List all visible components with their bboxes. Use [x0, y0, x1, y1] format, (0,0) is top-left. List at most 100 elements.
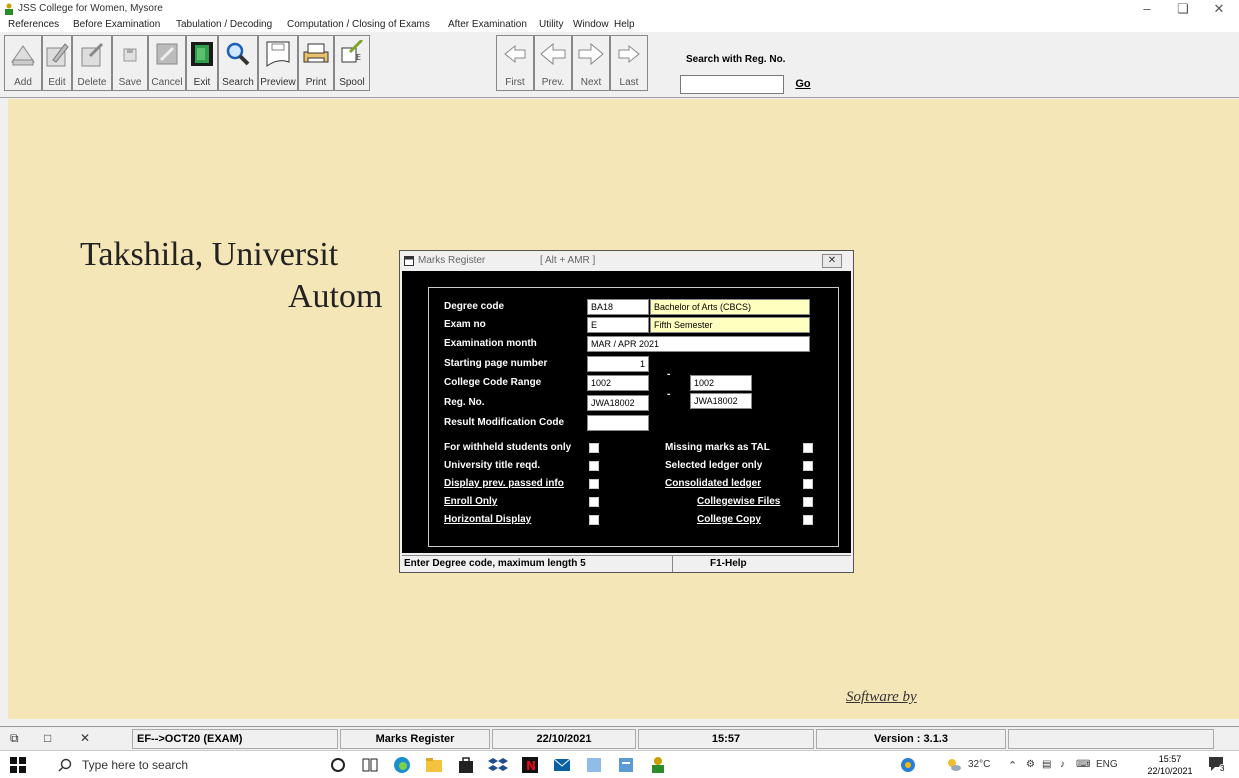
- collegewise-files-checkbox[interactable]: [803, 497, 813, 507]
- language-indicator[interactable]: ENG: [1096, 759, 1118, 770]
- notification-center[interactable]: 3: [1208, 756, 1228, 774]
- edge-browser-icon[interactable]: [392, 755, 412, 775]
- prev-arrow-icon: [540, 42, 566, 66]
- svg-text:N: N: [526, 759, 536, 773]
- weather-temp[interactable]: 32°C: [968, 759, 990, 770]
- status-bar: ⧉ □ ✕ EF-->OCT20 (EXAM) Marks Register 2…: [0, 726, 1239, 750]
- status-date: 22/10/2021: [492, 729, 636, 749]
- add-button[interactable]: Add: [4, 35, 42, 91]
- enroll-only-checkbox[interactable]: [589, 497, 599, 507]
- save-button[interactable]: Save: [112, 35, 148, 91]
- preview-button[interactable]: Preview: [258, 35, 298, 91]
- cancel-button[interactable]: Cancel: [148, 35, 186, 91]
- withheld-only-label: For withheld students only: [444, 442, 572, 453]
- spool-button[interactable]: E Spool: [334, 35, 370, 91]
- consolidated-ledger-checkbox[interactable]: [803, 479, 813, 489]
- reg-no-from-input[interactable]: JWA18002: [587, 395, 649, 411]
- mail-icon[interactable]: [552, 755, 572, 775]
- tray-app-icon[interactable]: [900, 757, 916, 773]
- next-arrow-icon: [578, 42, 604, 66]
- search-button[interactable]: Search: [218, 35, 258, 91]
- close-button[interactable]: ✕: [1202, 0, 1236, 18]
- withheld-only-checkbox[interactable]: [589, 443, 599, 453]
- next-button[interactable]: Next: [572, 35, 610, 91]
- toolbar: Add Edit Delete Save Cancel Exit Search …: [0, 32, 1239, 98]
- result-mod-input[interactable]: [587, 415, 649, 431]
- start-page-input[interactable]: 1: [587, 356, 649, 372]
- dialog-status-bar: Enter Degree code, maximum length 5 F1-H…: [402, 555, 851, 572]
- exam-month-input[interactable]: MAR / APR 2021: [587, 336, 810, 352]
- dialog-shortcut: [ Alt + AMR ]: [540, 255, 596, 266]
- degree-name-field: Bachelor of Arts (CBCS): [650, 299, 810, 315]
- netflix-icon[interactable]: N: [520, 755, 540, 775]
- tray-network-icon[interactable]: ⚙: [1026, 759, 1035, 770]
- notes-app-icon[interactable]: [616, 755, 636, 775]
- cortana-icon[interactable]: [328, 755, 348, 775]
- university-title-checkbox[interactable]: [589, 461, 599, 471]
- menu-references[interactable]: References: [8, 19, 59, 30]
- missing-marks-tal-checkbox[interactable]: [803, 443, 813, 453]
- print-button[interactable]: Print: [298, 35, 334, 91]
- store-icon[interactable]: [456, 755, 476, 775]
- reg-no-dash: -: [667, 389, 671, 400]
- prev-button[interactable]: Prev.: [534, 35, 572, 91]
- maximize-child-icon[interactable]: □: [44, 731, 51, 745]
- delete-button[interactable]: Delete: [72, 35, 112, 91]
- exit-button[interactable]: Exit: [186, 35, 218, 91]
- display-prev-passed-checkbox[interactable]: [589, 479, 599, 489]
- tray-display-icon[interactable]: ▤: [1042, 759, 1051, 770]
- last-label: Last: [619, 77, 639, 88]
- menu-computation[interactable]: Computation / Closing of Exams: [287, 19, 430, 30]
- dialog-close-button[interactable]: ✕: [822, 254, 842, 268]
- search-label: Search: [222, 77, 254, 88]
- calculator-app-icon[interactable]: [584, 755, 604, 775]
- dialog-window-icon: [404, 256, 414, 266]
- dialog-help-hint: F1-Help: [710, 558, 747, 569]
- dropbox-icon[interactable]: [488, 755, 508, 775]
- app-person-icon: [5, 3, 13, 15]
- edit-button[interactable]: Edit: [42, 35, 72, 91]
- missing-marks-tal-label: Missing marks as TAL: [665, 442, 770, 453]
- minimize-button[interactable]: –: [1130, 0, 1164, 18]
- delete-icon: [81, 42, 104, 67]
- selected-ledger-checkbox[interactable]: [803, 461, 813, 471]
- search-reg-input[interactable]: [680, 75, 784, 94]
- go-button[interactable]: Go: [789, 76, 817, 93]
- taskbar-search-box[interactable]: Type here to search: [28, 751, 278, 778]
- college-range-from-input[interactable]: 1002: [587, 375, 649, 391]
- menu-utility[interactable]: Utility: [539, 19, 563, 30]
- exam-no-input[interactable]: E: [587, 317, 649, 333]
- college-range-to-input[interactable]: 1002: [690, 375, 752, 391]
- exam-app-taskbar-icon[interactable]: [648, 755, 668, 775]
- reg-no-to-input[interactable]: JWA18002: [690, 393, 752, 409]
- first-label: First: [505, 77, 525, 88]
- menu-tabulation[interactable]: Tabulation / Decoding: [176, 19, 272, 30]
- windows-start-icon[interactable]: [10, 757, 26, 773]
- tray-keyboard-icon[interactable]: ⌨: [1076, 759, 1090, 770]
- reg-no-label: Reg. No.: [444, 397, 485, 408]
- save-icon: [123, 48, 137, 62]
- cascade-windows-icon[interactable]: ⧉: [10, 731, 19, 746]
- menu-after-examination[interactable]: After Examination: [448, 19, 527, 30]
- close-child-icon[interactable]: ✕: [80, 731, 90, 745]
- horizontal-display-checkbox[interactable]: [589, 515, 599, 525]
- restore-button[interactable]: ❏: [1166, 0, 1200, 18]
- last-button[interactable]: Last: [610, 35, 648, 91]
- degree-code-input[interactable]: BA18: [587, 299, 649, 315]
- college-copy-checkbox[interactable]: [803, 515, 813, 525]
- menu-help[interactable]: Help: [614, 19, 635, 30]
- menu-window[interactable]: Window: [573, 19, 609, 30]
- first-button[interactable]: First: [496, 35, 534, 91]
- cancel-label: Cancel: [151, 77, 183, 88]
- file-explorer-icon[interactable]: [424, 755, 444, 775]
- tray-chevron-icon[interactable]: ⌃: [1008, 759, 1017, 772]
- taskbar-clock[interactable]: 15:57 22/10/2021: [1140, 753, 1200, 777]
- add-icon: [11, 45, 35, 66]
- menu-before-examination[interactable]: Before Examination: [73, 19, 160, 30]
- college-copy-label: College Copy: [697, 514, 761, 525]
- window-title: JSS College for Women, Mysore: [18, 3, 163, 14]
- tray-volume-icon[interactable]: ♪: [1060, 759, 1065, 770]
- edit-label: Edit: [48, 77, 66, 88]
- task-view-icon[interactable]: [360, 755, 380, 775]
- collegewise-files-label: Collegewise Files: [697, 496, 781, 507]
